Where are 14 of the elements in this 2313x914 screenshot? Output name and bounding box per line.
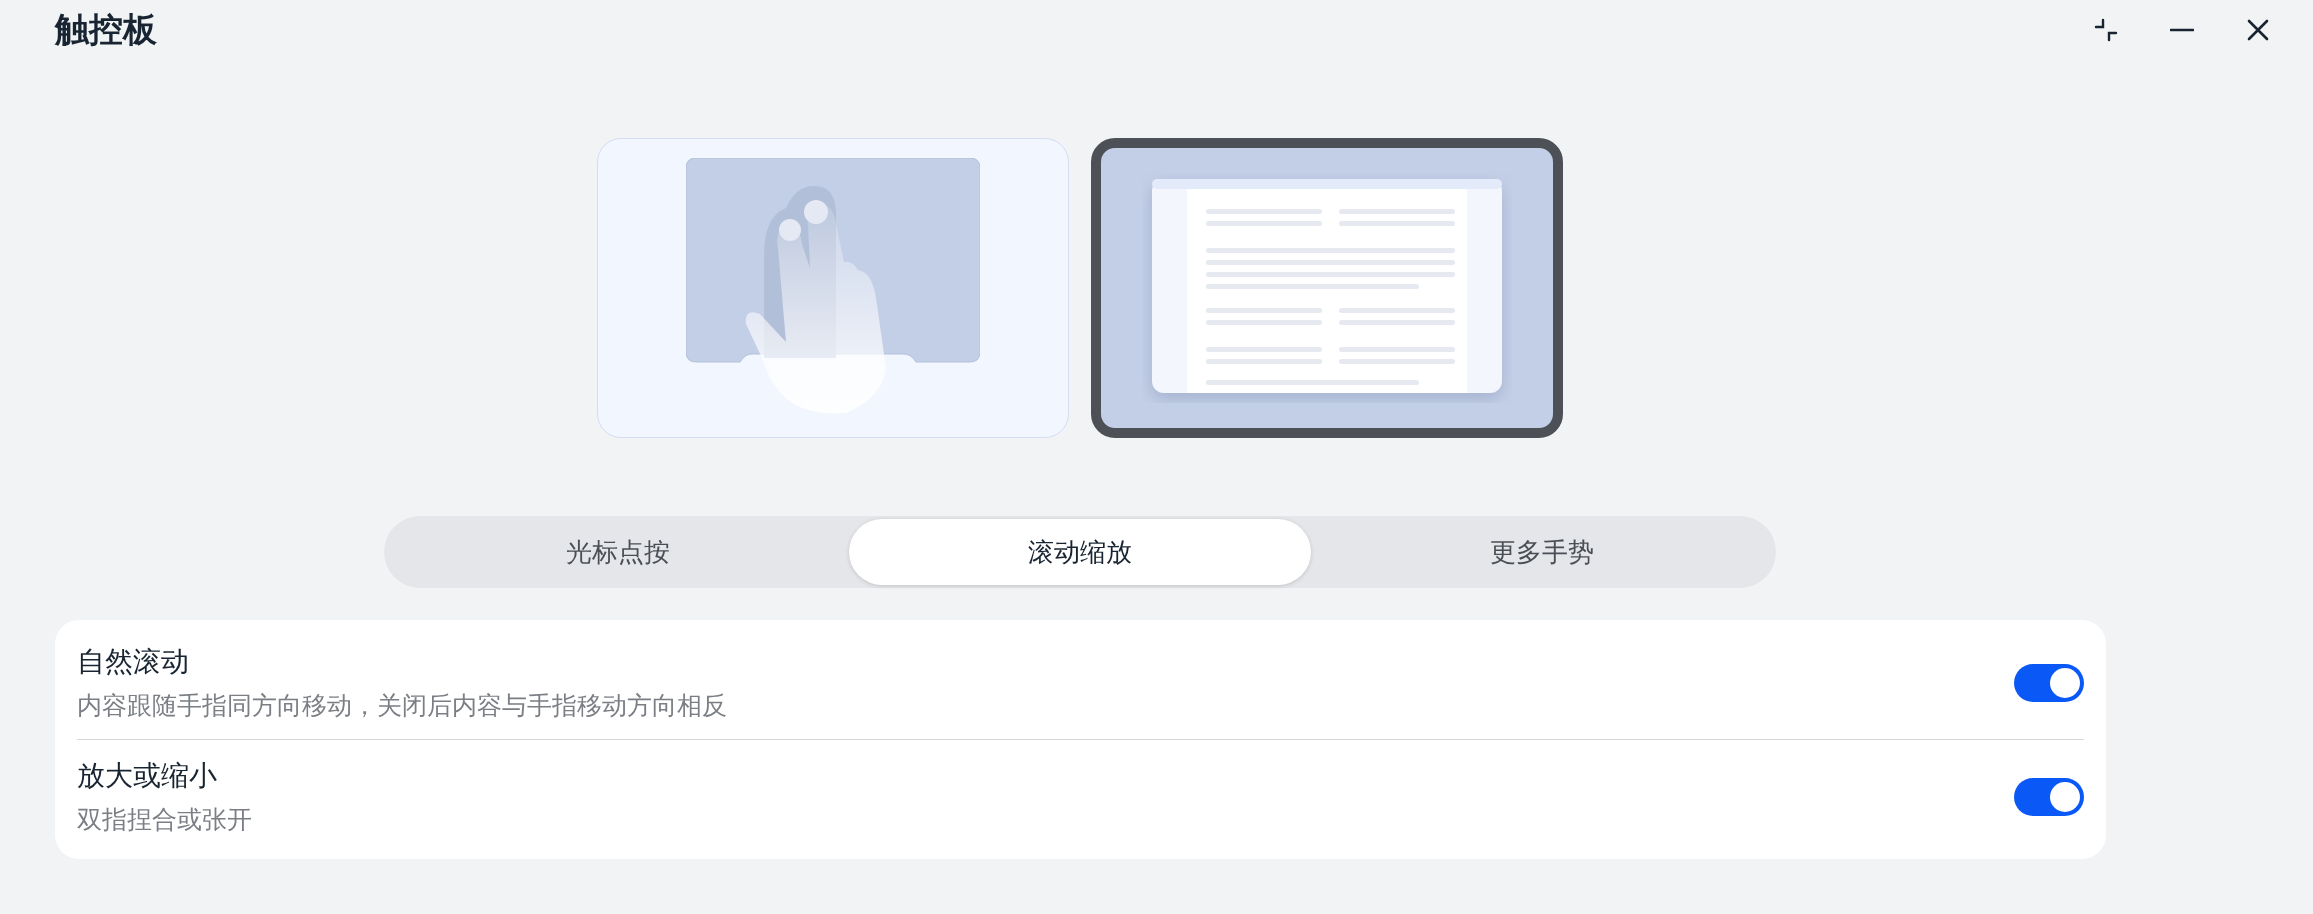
setting-description: 内容跟随手指同方向移动，关闭后内容与手指移动方向相反: [77, 690, 728, 722]
segment-tab[interactable]: 光标点按: [387, 519, 849, 585]
restore-icon: [2094, 18, 2118, 42]
minimize-icon: [2170, 28, 2194, 32]
segment-tab[interactable]: 滚动缩放: [849, 519, 1311, 585]
toggle-switch[interactable]: [2014, 663, 2084, 702]
preview-card[interactable]: [1091, 138, 1563, 438]
segment-tab[interactable]: 更多手势: [1311, 519, 1773, 585]
window-title: 触控板: [55, 8, 158, 51]
setting-title: 自然滚动: [77, 644, 190, 680]
close-icon: [2247, 19, 2269, 41]
setting-title: 放大或缩小: [77, 758, 218, 794]
setting-description: 双指捏合或张开: [77, 804, 253, 836]
toggle-switch[interactable]: [2014, 777, 2084, 816]
